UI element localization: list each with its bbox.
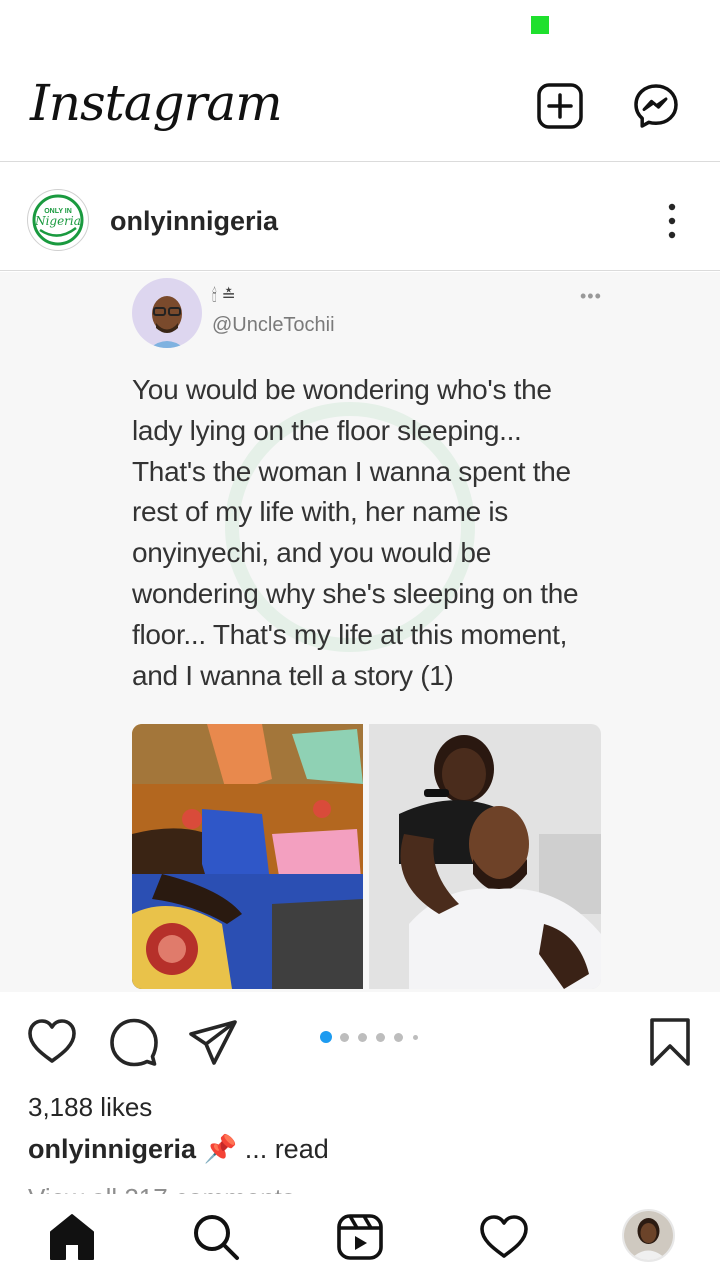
messenger-icon[interactable]	[632, 82, 680, 130]
photo-sleeping-woman	[132, 724, 363, 989]
carousel-dot	[413, 1035, 418, 1040]
tweet-menu-icon: •••	[580, 286, 602, 306]
add-post-icon[interactable]	[536, 82, 584, 130]
caption-username[interactable]: onlyinnigeria	[28, 1134, 196, 1164]
photo-couple-selfie	[369, 724, 601, 989]
onlyinnigeria-logo-icon: ONLY IN Nigeria	[32, 194, 84, 246]
pin-emoji-icon: 📌	[203, 1134, 238, 1164]
search-icon[interactable]	[191, 1212, 241, 1262]
tweet-avatar	[132, 278, 202, 348]
read-more-link[interactable]: ... read	[245, 1134, 329, 1164]
carousel-dot	[394, 1033, 403, 1042]
tweet-handle: @UncleTochii	[212, 314, 335, 336]
carousel-dot	[340, 1033, 349, 1042]
more-options-icon[interactable]	[660, 201, 684, 241]
carousel-dot	[376, 1033, 385, 1042]
post-caption: onlyinnigeria 📌 ... read	[28, 1133, 329, 1165]
profile-avatar[interactable]	[622, 1209, 675, 1262]
share-send-icon[interactable]	[187, 1016, 239, 1068]
post-action-bar	[0, 1000, 720, 1080]
post-username[interactable]: onlyinnigeria	[110, 206, 278, 237]
post-image[interactable]: 🕯 ≛ @UncleTochii ••• You would be wonder…	[0, 272, 720, 992]
carousel-dot-active	[320, 1031, 332, 1043]
comment-icon[interactable]	[107, 1016, 159, 1068]
reels-icon[interactable]	[335, 1212, 385, 1262]
tweet-text: You would be wondering who's the lady ly…	[132, 374, 579, 691]
bookmark-save-icon[interactable]	[644, 1016, 696, 1068]
post-header: ONLY IN Nigeria onlyinnigeria	[0, 163, 720, 271]
tweet-display-name: 🕯 ≛	[212, 286, 236, 305]
status-bar	[0, 0, 720, 50]
like-heart-icon[interactable]	[26, 1016, 78, 1068]
instagram-logo[interactable]: Instagram	[30, 74, 283, 132]
bottom-nav	[0, 1194, 720, 1280]
view-comments-link[interactable]: View all 217 comments	[28, 1180, 428, 1194]
carousel-dot	[358, 1033, 367, 1042]
heart-icon[interactable]	[479, 1212, 529, 1262]
status-indicator	[531, 16, 549, 34]
home-icon[interactable]	[47, 1212, 97, 1262]
svg-text:Nigeria: Nigeria	[34, 214, 81, 228]
post-avatar[interactable]: ONLY IN Nigeria	[27, 189, 89, 251]
likes-count[interactable]: 3,188 likes	[28, 1092, 152, 1123]
top-bar: Instagram	[0, 52, 720, 162]
